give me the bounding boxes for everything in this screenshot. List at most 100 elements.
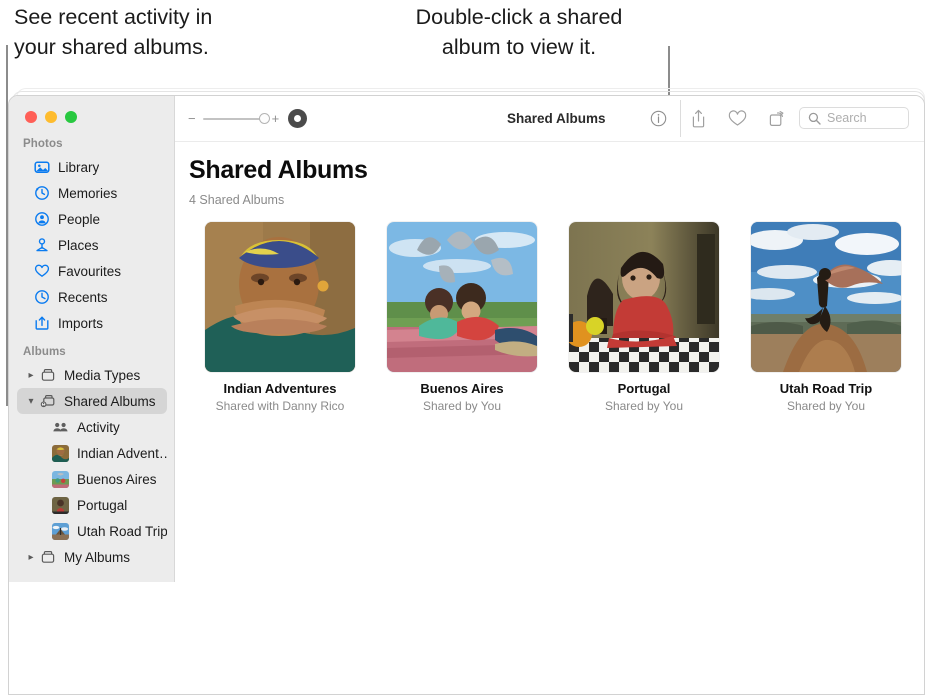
page-title: Shared Albums [189, 156, 368, 184]
zoom-out-label[interactable]: − [188, 112, 196, 125]
sidebar-section-albums-header: Albums [23, 346, 66, 358]
sidebar-item-label: Places [58, 237, 99, 253]
sidebar-section-photos-header: Photos [23, 138, 63, 150]
rotate-icon [769, 110, 784, 126]
sidebar-item-my-albums[interactable]: ▸ My Albums [17, 544, 167, 570]
places-icon [33, 237, 50, 254]
memories-icon [33, 185, 50, 202]
sidebar-item-label: Imports [58, 315, 104, 331]
view-options-inner-dot [294, 115, 302, 122]
album-name: Utah Road Trip [779, 381, 873, 396]
album-thumb-icon [52, 470, 69, 488]
rotate-button[interactable] [768, 110, 786, 128]
zoom-slider-track[interactable] [202, 112, 270, 124]
favourite-button[interactable] [728, 110, 747, 127]
toolbar-title: Shared Albums [507, 111, 606, 126]
album-card[interactable]: Utah Road Trip Shared by You [751, 222, 901, 413]
share-icon [692, 109, 705, 128]
annotated-screenshot: See recent activity in your shared album… [0, 0, 931, 695]
sidebar-item-label: Indian Advent… [77, 445, 167, 461]
page-header: Shared Albums 4 Shared Albums [175, 142, 924, 207]
sidebar-item-favourites[interactable]: Favourites [17, 258, 167, 284]
album-shared-status: Shared by You [786, 399, 866, 413]
sidebar-item-label: Utah Road Trip [77, 523, 167, 539]
sidebar-item-portugal[interactable]: Portugal [17, 492, 167, 518]
search-icon [808, 112, 821, 125]
zoom-in-label[interactable]: + [272, 112, 280, 125]
heart-icon [728, 110, 747, 126]
album-thumbnail[interactable] [387, 222, 537, 372]
callout-recent-activity: See recent activity in your shared album… [14, 5, 213, 59]
toolbar-actions [690, 96, 786, 141]
sidebar-item-label: Activity [77, 419, 120, 435]
album-name: Portugal [617, 381, 671, 396]
sidebar-item-label: People [58, 211, 101, 227]
sidebar-item-media-types[interactable]: ▸ Media Types [17, 362, 167, 388]
sidebar: Photos Library Memories People Places Fa… [9, 96, 175, 582]
indian-adventures-photo [205, 222, 355, 372]
sidebar-item-indian-adventures[interactable]: Indian Advent… [17, 440, 167, 466]
zoom-slider-knob[interactable] [258, 112, 270, 124]
sidebar-item-activity[interactable]: Activity [17, 414, 167, 440]
clock-icon [33, 289, 50, 306]
sidebar-section-photos: Library Memories People Places Favourite… [9, 154, 175, 336]
album-thumbnail[interactable] [205, 222, 355, 372]
chevron-right-icon[interactable]: ▸ [25, 552, 37, 563]
chevron-right-icon[interactable]: ▸ [25, 370, 37, 381]
album-thumb-icon [52, 444, 69, 462]
sidebar-item-label: Buenos Aires [77, 471, 157, 487]
sidebar-item-memories[interactable]: Memories [17, 180, 167, 206]
sidebar-item-people[interactable]: People [17, 206, 167, 232]
albums-grid: Indian Adventures Shared with Danny Rico [175, 222, 924, 413]
album-shared-status: Shared by You [604, 399, 684, 413]
activity-people-icon [52, 419, 69, 436]
library-icon [33, 159, 50, 176]
minimize-button[interactable] [45, 111, 57, 123]
info-button[interactable] [650, 96, 667, 141]
sidebar-item-label: Library [58, 159, 100, 175]
close-button[interactable] [25, 111, 37, 123]
sidebar-item-library[interactable]: Library [17, 154, 167, 180]
sidebar-item-label: Portugal [77, 497, 128, 513]
callout-double-click: Double-click a shared album to view it. [415, 5, 623, 59]
sidebar-item-label: My Albums [64, 549, 131, 565]
album-card[interactable]: Buenos Aires Shared by You [387, 222, 537, 413]
info-icon [650, 110, 667, 127]
album-thumbnail[interactable] [751, 222, 901, 372]
sidebar-item-places[interactable]: Places [17, 232, 167, 258]
sidebar-item-label: Shared Albums [64, 393, 156, 409]
photos-app-window: Photos Library Memories People Places Fa… [8, 95, 925, 695]
album-thumbnail[interactable] [569, 222, 719, 372]
album-name: Buenos Aires [420, 381, 504, 396]
album-name: Indian Adventures [223, 381, 337, 396]
buenos-aires-photo [387, 222, 537, 372]
album-card[interactable]: Indian Adventures Shared with Danny Rico [205, 222, 355, 413]
folder-icon [39, 549, 56, 566]
sidebar-item-recents[interactable]: Recents [17, 284, 167, 310]
utah-road-trip-photo [751, 222, 901, 372]
view-options-button[interactable] [288, 109, 308, 128]
toolbar-divider [680, 100, 681, 137]
search-field[interactable]: Search [799, 107, 909, 129]
sidebar-item-label: Recents [58, 289, 108, 305]
shared-folder-icon [39, 393, 56, 410]
sidebar-item-shared-albums[interactable]: ▾ Shared Albums [17, 388, 167, 414]
album-shared-status: Shared by You [422, 399, 502, 413]
content-area: − + Shared Albums Search Shared Albums 4… [175, 96, 924, 694]
album-shared-status: Shared with Danny Rico [215, 399, 345, 413]
album-count: 4 Shared Albums [189, 193, 285, 207]
sidebar-item-imports[interactable]: Imports [17, 310, 167, 336]
zoom-slider[interactable]: − + [188, 112, 279, 125]
album-card[interactable]: Portugal Shared by You [569, 222, 719, 413]
sidebar-item-label: Media Types [64, 367, 141, 383]
sidebar-item-utah-road-trip[interactable]: Utah Road Trip [17, 518, 167, 544]
album-thumb-icon [52, 496, 69, 514]
people-icon [33, 211, 50, 228]
maximize-button[interactable] [65, 111, 77, 123]
share-button[interactable] [690, 109, 707, 128]
sidebar-item-buenos-aires[interactable]: Buenos Aires [17, 466, 167, 492]
folder-icon [39, 367, 56, 384]
chevron-down-icon[interactable]: ▾ [25, 396, 37, 407]
portugal-photo [569, 222, 719, 372]
import-icon [33, 315, 50, 332]
